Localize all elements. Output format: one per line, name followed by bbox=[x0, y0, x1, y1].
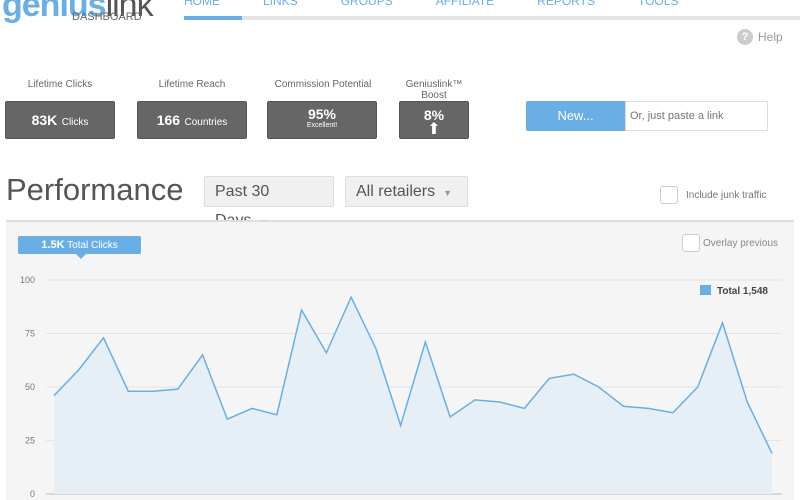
data-point[interactable] bbox=[399, 424, 403, 428]
data-point[interactable] bbox=[621, 404, 625, 408]
y-tick-label: 25 bbox=[25, 436, 35, 446]
active-tab-indicator bbox=[184, 16, 242, 20]
date-range-dropdown[interactable]: Past 30 Days▼ bbox=[204, 176, 334, 229]
stat-unit: Clicks bbox=[61, 117, 89, 128]
data-point[interactable] bbox=[77, 368, 81, 372]
page-title: Performance bbox=[6, 172, 184, 207]
main-nav: HOME LINKS GROUPS AFFILIATE REPORTS TOOL… bbox=[184, 0, 721, 8]
nav-affiliate[interactable]: AFFILIATE bbox=[436, 0, 494, 8]
stat-label-boost: Geniuslink™ Boost bbox=[405, 79, 463, 101]
data-point[interactable] bbox=[646, 406, 650, 410]
stat-label-clicks: Lifetime Clicks bbox=[27, 79, 93, 90]
badge-label: Total Clicks bbox=[67, 240, 118, 251]
data-point[interactable] bbox=[423, 340, 427, 344]
y-tick-label: 75 bbox=[25, 329, 35, 339]
data-point[interactable] bbox=[671, 411, 675, 415]
paste-link-input[interactable] bbox=[625, 101, 768, 131]
total-clicks-badge: 1.5K Total Clicks bbox=[18, 236, 141, 259]
data-point[interactable] bbox=[745, 400, 749, 404]
stat-label-reach: Lifetime Reach bbox=[158, 79, 226, 90]
data-point[interactable] bbox=[473, 398, 477, 402]
retailer-dropdown[interactable]: All retailers ▼ bbox=[345, 176, 468, 207]
data-point[interactable] bbox=[522, 406, 526, 410]
y-tick-label: 50 bbox=[25, 382, 35, 392]
nav-indicator-bar bbox=[184, 16, 800, 20]
legend-swatch bbox=[700, 285, 711, 295]
data-point[interactable] bbox=[275, 413, 279, 417]
stat-unit: Excellent! bbox=[306, 122, 338, 129]
data-point[interactable] bbox=[52, 394, 56, 398]
data-point[interactable] bbox=[720, 321, 724, 325]
stat-lifetime-reach: 166 Countries bbox=[137, 101, 247, 139]
clicks-chart: 0 25 50 75 100 Total 1,548 bbox=[20, 275, 782, 499]
data-point[interactable] bbox=[696, 385, 700, 389]
data-point[interactable] bbox=[374, 346, 378, 350]
data-point[interactable] bbox=[547, 376, 551, 380]
stat-commission-potential: 95% Excellent! bbox=[267, 101, 377, 139]
overlay-previous-label: Overlay previous bbox=[703, 238, 779, 249]
overlay-previous-checkbox[interactable] bbox=[682, 234, 700, 252]
stat-value: 83K bbox=[31, 112, 58, 128]
stat-label-commission: Commission Potential bbox=[274, 79, 372, 90]
nav-links[interactable]: LINKS bbox=[263, 0, 298, 8]
nav-groups[interactable]: GROUPS bbox=[341, 0, 393, 8]
data-point[interactable] bbox=[102, 336, 106, 340]
stat-lifetime-clicks: 83K Clicks bbox=[5, 101, 115, 139]
retailer-value: All retailers bbox=[356, 183, 436, 200]
data-point[interactable] bbox=[572, 372, 576, 376]
stat-value: 166 bbox=[156, 112, 181, 128]
badge-value: 1.5K bbox=[41, 239, 65, 251]
data-point[interactable] bbox=[126, 389, 130, 393]
help-link[interactable]: ? Help bbox=[737, 29, 783, 45]
data-point[interactable] bbox=[201, 353, 205, 357]
y-tick-label: 100 bbox=[20, 275, 35, 285]
arrow-up-icon: ⬆ bbox=[427, 121, 441, 138]
data-point[interactable] bbox=[349, 295, 353, 299]
stat-unit: Countries bbox=[184, 117, 228, 128]
data-point[interactable] bbox=[770, 451, 774, 455]
nav-tools[interactable]: TOOLS bbox=[638, 0, 678, 8]
chevron-down-icon: ▼ bbox=[443, 188, 453, 198]
area-fill bbox=[54, 297, 772, 494]
data-point[interactable] bbox=[176, 387, 180, 391]
help-icon: ? bbox=[737, 29, 753, 45]
data-point[interactable] bbox=[250, 406, 254, 410]
data-point[interactable] bbox=[498, 400, 502, 404]
logo-subtitle: DASHBOARD bbox=[72, 11, 142, 23]
data-point[interactable] bbox=[448, 415, 452, 419]
nav-home[interactable]: HOME bbox=[184, 0, 220, 8]
data-point[interactable] bbox=[597, 385, 601, 389]
legend-label: Total 1,548 bbox=[717, 286, 768, 297]
include-junk-label: Include junk traffic bbox=[686, 190, 767, 201]
data-point[interactable] bbox=[225, 417, 229, 421]
data-point[interactable] bbox=[151, 389, 155, 393]
stat-geniuslink-boost: 8% ⬆ bbox=[399, 101, 469, 139]
nav-reports[interactable]: REPORTS bbox=[537, 0, 595, 8]
data-point[interactable] bbox=[300, 308, 304, 312]
new-link-button[interactable]: New... bbox=[526, 101, 625, 131]
include-junk-checkbox[interactable] bbox=[660, 186, 678, 204]
help-label: Help bbox=[758, 30, 783, 44]
y-tick-label: 0 bbox=[30, 489, 35, 499]
stat-value: 95% bbox=[307, 106, 337, 122]
data-point[interactable] bbox=[324, 351, 328, 355]
